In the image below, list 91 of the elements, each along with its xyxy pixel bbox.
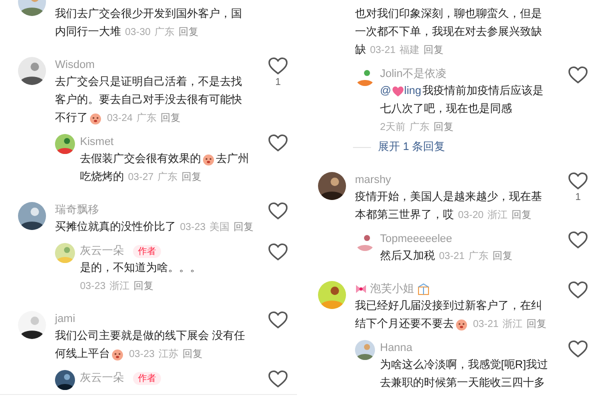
comment-location: 广东 [158,170,178,184]
comment-text: 何线上平台 [55,346,110,362]
comment-date: 03-23 [129,348,155,362]
comment-text: 七八次了吧，现在也是同感 [380,102,512,117]
comment-location: 广东 [136,112,157,126]
like-icon[interactable] [268,57,288,75]
comment-text: 去广州 [216,152,249,167]
like-icon[interactable] [268,370,288,388]
author-badge: 作者 [133,244,161,258]
reply-link[interactable]: 回复 [492,248,513,264]
user-name: Topmeeeeelee [380,232,452,247]
comment-text: 我们公司主要就是做的线下展会 没有任 [55,328,246,344]
user-name: Wisdom [55,58,95,73]
reply-link[interactable]: 回复 [434,120,454,134]
comment-text: 买摊位就真的没性价比了 [55,220,176,235]
like-icon[interactable] [568,172,588,190]
user-name: 泡芙小姐 [370,282,414,297]
comment-date: 03-24 [107,112,133,126]
comment-text: 缺 [355,42,366,58]
user-name: 灰云一朵 [80,244,124,259]
user-name: 灰云一朵 [80,370,124,386]
comment-location: 江苏 [158,348,179,362]
comment-text: 结下个月还要不要去 [355,316,454,332]
like-icon[interactable] [268,202,288,220]
like-icon[interactable] [268,311,288,329]
comment-date: 03-23 [180,220,206,234]
comment-location: 福建 [400,44,420,58]
comment-text: 我们去广交会很少开发到国外客户，国 [55,6,242,22]
like-icon[interactable] [568,281,588,299]
user-name: marshy [355,172,392,188]
comment-text: 我疫情前加疫情后应该是 [422,84,544,99]
comment-text: 然后又加税 [380,248,435,264]
reply-link[interactable]: 回复 [512,208,532,222]
comment-text: 不行了 [55,110,88,126]
user-name: jami [55,312,76,327]
comment-text: 我已经好几届没接到过新客户了，在纠 [355,298,542,314]
comment-location: 广东 [410,120,430,134]
reply-link[interactable]: 回复 [234,220,254,234]
comment-date: 03-21 [439,250,465,264]
comment-location: 浙江 [502,318,523,332]
face-emoji-icon [89,112,102,124]
comment-date: 03-23 [80,280,106,294]
face-emoji-icon [455,318,468,330]
author-badge: 作者 [133,372,161,384]
expand-replies-link[interactable]: 展开 1 条回复 [378,138,446,156]
comment-date: 03-27 [128,170,154,184]
comment-location: 美国 [210,220,230,234]
face-emoji-icon [202,152,215,166]
comment-text: 内同行一大堆 [55,24,121,40]
comment-date: 2天前 [380,120,406,134]
comment-location: 广东 [154,26,175,40]
comment-text: 本都第三世界了，哎 [355,208,454,223]
comment-text: 客户的。要去自己对手没去很有可能快 [55,92,242,108]
comment-date: 03-21 [370,44,396,58]
reply-link[interactable]: 回复 [526,316,547,332]
reply-link[interactable]: 回复 [424,42,444,58]
comment-location: 广东 [468,250,489,264]
mention-link[interactable]: @ [380,82,392,100]
reply-link[interactable]: 回复 [182,346,203,362]
reply-link[interactable]: 回复 [178,24,199,40]
comment-text: 去假装广交会很有效果的 [80,152,201,167]
comment-location: 浙江 [488,208,508,222]
reply-link[interactable]: 回复 [134,278,154,294]
user-name: Hanna [380,340,412,356]
user-name: Jolin不是依凌 [380,66,447,82]
mention-link[interactable]: ling [404,82,422,100]
comment-date: 03-21 [473,318,499,332]
like-icon[interactable] [268,134,288,152]
like-icon[interactable] [268,243,288,261]
like-icon[interactable] [568,66,588,84]
comment-text: 为啥这么冷淡啊，我感觉[呃R]我过 [380,358,548,373]
comment-date: 03-20 [458,208,484,222]
comment-text: 疫情开始，美国人是越来越少，现在基 [355,190,542,205]
comment-text: 去兼职的时候第一天能收三四十多 [380,376,545,391]
comment-date: 03-30 [125,26,151,40]
reply-link[interactable]: 回复 [182,170,202,184]
comment-text: 吃烧烤的 [80,170,124,185]
comment-text: 去广交会只是证明自己活着，不是去找 [55,74,242,90]
like-count: 1 [575,191,581,205]
comment-text: 是的，不知道为啥。。。 [80,260,201,276]
user-name: 瑞奇飘移 [55,202,99,218]
reply-link[interactable]: 回复 [160,110,181,126]
comment-text: 也对我们印象深刻，聊也聊蛮久，但是 [355,6,542,22]
like-icon[interactable] [568,340,588,358]
heart-emoji-icon [392,86,404,96]
user-name: Kismet [80,134,114,150]
comment-location: 浙江 [110,280,130,294]
like-icon[interactable] [568,231,588,249]
comment-text: 一次都不下单，我现在对去参展兴致缺 [355,24,542,40]
face-emoji-icon [111,348,124,360]
like-count: 1 [275,76,281,90]
